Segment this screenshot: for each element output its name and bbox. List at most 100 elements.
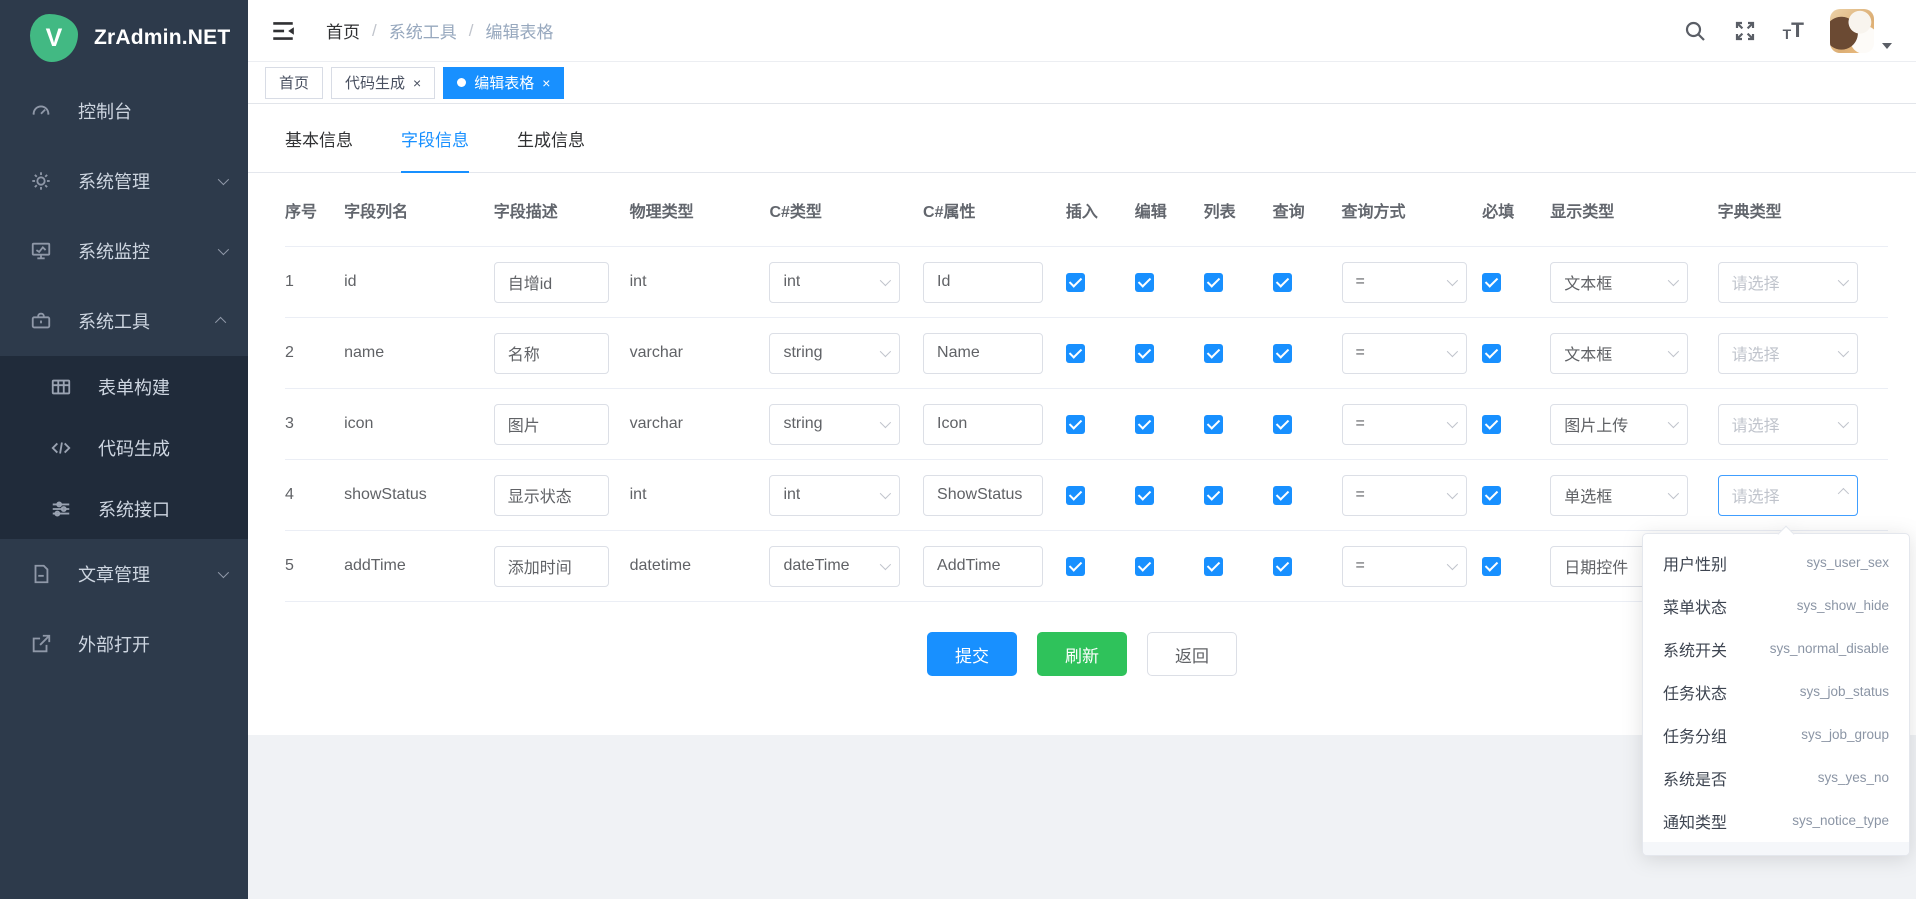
cs-type-select[interactable]: int — [769, 262, 900, 303]
list-checkbox[interactable] — [1204, 273, 1223, 292]
submit-button[interactable]: 提交 — [927, 632, 1017, 676]
breadcrumb-home[interactable]: 首页 — [326, 18, 360, 43]
fullscreen-icon[interactable] — [1733, 19, 1757, 43]
header-query-mode: 查询方式 — [1342, 198, 1483, 222]
query-checkbox[interactable] — [1273, 486, 1292, 505]
display-type-select[interactable]: 文本框 — [1550, 333, 1688, 374]
edit-checkbox[interactable] — [1135, 273, 1154, 292]
refresh-button[interactable]: 刷新 — [1037, 632, 1127, 676]
list-checkbox[interactable] — [1204, 415, 1223, 434]
insert-checkbox[interactable] — [1066, 273, 1085, 292]
sidebar-item-system-tools[interactable]: 系统工具 — [0, 286, 248, 356]
dropdown-panel: 用户性别sys_user_sex 菜单状态sys_show_hide 系统开关s… — [1642, 533, 1910, 856]
dropdown-option-sys-job-status[interactable]: 任务状态sys_job_status — [1643, 670, 1909, 713]
display-type-select[interactable]: 文本框 — [1550, 262, 1688, 303]
tag-edit-table[interactable]: 编辑表格 × — [443, 67, 564, 99]
dict-type-select[interactable]: 请选择 — [1718, 404, 1858, 445]
edit-checkbox[interactable] — [1135, 486, 1154, 505]
cs-type-select[interactable]: string — [769, 404, 900, 445]
close-icon[interactable]: × — [413, 76, 421, 90]
cs-property-input[interactable] — [923, 546, 1043, 587]
edit-checkbox[interactable] — [1135, 557, 1154, 576]
tab-basic-info[interactable]: 基本信息 — [285, 104, 353, 172]
query-checkbox[interactable] — [1273, 557, 1292, 576]
edit-checkbox[interactable] — [1135, 344, 1154, 363]
dropdown-option-sys-job-group[interactable]: 任务分组sys_job_group — [1643, 713, 1909, 756]
cs-type-select[interactable]: string — [769, 333, 900, 374]
query-mode-select[interactable]: = — [1342, 546, 1467, 587]
query-mode-select[interactable]: = — [1342, 475, 1467, 516]
back-button[interactable]: 返回 — [1147, 632, 1237, 676]
description-input[interactable] — [494, 262, 609, 303]
query-checkbox[interactable] — [1273, 415, 1292, 434]
tab-generate-info[interactable]: 生成信息 — [517, 104, 585, 172]
list-checkbox[interactable] — [1204, 486, 1223, 505]
font-size-icon[interactable]: TT — [1783, 20, 1804, 41]
top-navbar: 首页 / 系统工具 / 编辑表格 TT — [248, 0, 1916, 62]
sidebar-item-system-api[interactable]: 系统接口 — [0, 478, 248, 539]
sidebar-item-external-open[interactable]: 外部打开 — [0, 609, 248, 679]
search-icon[interactable] — [1683, 19, 1707, 43]
display-type-select[interactable]: 单选框 — [1550, 475, 1688, 516]
cs-property-input[interactable] — [923, 404, 1043, 445]
sidebar-item-form-builder[interactable]: 表单构建 — [0, 356, 248, 417]
tag-code-generation[interactable]: 代码生成 × — [331, 67, 435, 99]
chevron-down-icon — [1668, 488, 1679, 499]
dropdown-option-sys-show-hide[interactable]: 菜单状态sys_show_hide — [1643, 584, 1909, 627]
sidebar-item-system-manage[interactable]: 系统管理 — [0, 146, 248, 216]
query-mode-select[interactable]: = — [1342, 333, 1467, 374]
cs-type-select[interactable]: int — [769, 475, 900, 516]
insert-checkbox[interactable] — [1066, 344, 1085, 363]
cs-property-input[interactable] — [923, 333, 1043, 374]
required-checkbox[interactable] — [1482, 557, 1501, 576]
tag-label: 编辑表格 — [474, 72, 534, 93]
dropdown-option-sys-normal-disable[interactable]: 系统开关sys_normal_disable — [1643, 627, 1909, 670]
tag-home[interactable]: 首页 — [265, 67, 323, 99]
query-checkbox[interactable] — [1273, 344, 1292, 363]
brand-area[interactable]: V ZrAdmin.NET — [0, 0, 248, 76]
cs-type-select[interactable]: dateTime — [769, 546, 900, 587]
sidebar-item-label: 系统工具 — [78, 308, 218, 334]
avatar[interactable] — [1830, 9, 1874, 53]
dropdown-option-sys-notice-status[interactable]: 通知状态sys_notice_status — [1643, 842, 1909, 856]
close-icon[interactable]: × — [542, 76, 550, 90]
chevron-down-icon — [218, 567, 229, 578]
user-menu[interactable] — [1830, 9, 1892, 53]
sidebar-item-article-manage[interactable]: 文章管理 — [0, 539, 248, 609]
query-mode-select[interactable]: = — [1342, 262, 1467, 303]
cs-property-input[interactable] — [923, 475, 1043, 516]
dropdown-option-sys-yes-no[interactable]: 系统是否sys_yes_no — [1643, 756, 1909, 799]
required-checkbox[interactable] — [1482, 415, 1501, 434]
dict-type-select[interactable]: 请选择 — [1718, 262, 1858, 303]
description-input[interactable] — [494, 475, 609, 516]
sidebar-item-dashboard[interactable]: 控制台 — [0, 76, 248, 146]
caret-down-icon — [1882, 43, 1892, 49]
tab-field-info[interactable]: 字段信息 — [401, 104, 469, 172]
sidebar-item-label: 文章管理 — [78, 561, 218, 587]
sidebar-item-code-generation[interactable]: 代码生成 — [0, 417, 248, 478]
header-cs-property: C#属性 — [923, 198, 1066, 222]
insert-checkbox[interactable] — [1066, 486, 1085, 505]
description-input[interactable] — [494, 546, 609, 587]
edit-checkbox[interactable] — [1135, 415, 1154, 434]
sidebar-collapse-icon[interactable] — [270, 18, 296, 44]
dict-type-select-open[interactable]: 请选择 — [1718, 475, 1858, 516]
description-input[interactable] — [494, 404, 609, 445]
list-checkbox[interactable] — [1204, 557, 1223, 576]
description-input[interactable] — [494, 333, 609, 374]
cs-property-input[interactable] — [923, 262, 1043, 303]
list-checkbox[interactable] — [1204, 344, 1223, 363]
insert-checkbox[interactable] — [1066, 415, 1085, 434]
insert-checkbox[interactable] — [1066, 557, 1085, 576]
sidebar-item-system-monitor[interactable]: 系统监控 — [0, 216, 248, 286]
header-list: 列表 — [1204, 198, 1273, 222]
query-mode-select[interactable]: = — [1342, 404, 1467, 445]
required-checkbox[interactable] — [1482, 486, 1501, 505]
display-type-select[interactable]: 图片上传 — [1550, 404, 1688, 445]
query-checkbox[interactable] — [1273, 273, 1292, 292]
dropdown-option-sys-user-sex[interactable]: 用户性别sys_user_sex — [1643, 541, 1909, 584]
required-checkbox[interactable] — [1482, 273, 1501, 292]
required-checkbox[interactable] — [1482, 344, 1501, 363]
dict-type-select[interactable]: 请选择 — [1718, 333, 1858, 374]
dropdown-option-sys-notice-type[interactable]: 通知类型sys_notice_type — [1643, 799, 1909, 842]
